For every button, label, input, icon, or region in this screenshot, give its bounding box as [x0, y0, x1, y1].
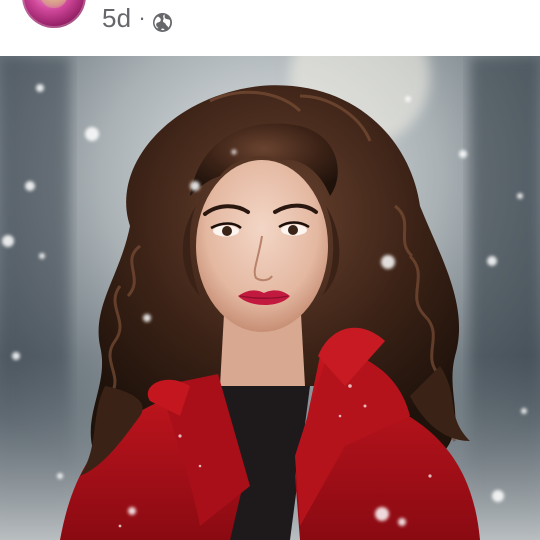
avatar[interactable] — [22, 0, 86, 28]
post-header: 5d · — [0, 0, 540, 54]
post-timestamp[interactable]: 5d — [102, 2, 131, 34]
portrait-illustration — [0, 56, 540, 540]
meta-separator: · — [138, 5, 146, 30]
post-photo[interactable] — [0, 56, 540, 540]
globe-icon[interactable] — [152, 8, 173, 32]
post-card: 5d · — [0, 0, 540, 540]
post-meta: 5d · — [102, 2, 173, 34]
